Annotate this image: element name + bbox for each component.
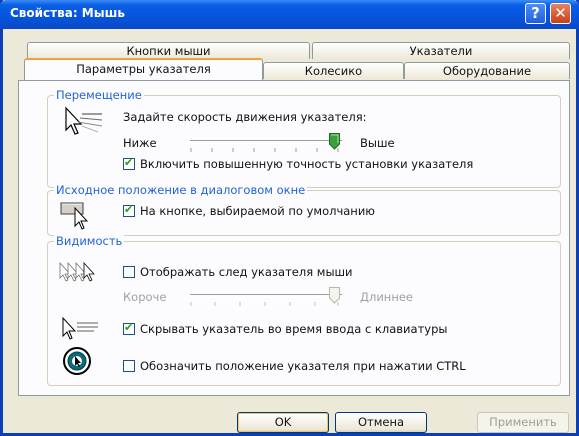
check-icon: ✔: [124, 156, 134, 169]
ok-button[interactable]: OK: [237, 412, 329, 433]
snap-to-label[interactable]: На кнопке, выбираемой по умолчанию: [140, 204, 375, 218]
tab-panel: Перемещение Задайте скорость движения ук…: [18, 80, 570, 396]
close-button[interactable]: ✕: [550, 3, 571, 24]
title-bar[interactable]: Свойства: Мышь ? ✕: [0, 0, 579, 29]
motion-group: Перемещение Задайте скорость движения ук…: [47, 88, 561, 188]
speed-slow-label: Ниже: [123, 136, 157, 150]
trails-short-label: Короче: [123, 290, 167, 304]
check-icon: ✔: [124, 321, 134, 334]
trails-checkbox[interactable]: [123, 266, 135, 278]
tab-wheel[interactable]: Колесико: [263, 62, 404, 79]
trails-slider-thumb: [329, 287, 341, 304]
pointer-trails-icon: [59, 261, 95, 282]
tab-pointer-options[interactable]: Параметры указателя: [24, 58, 263, 80]
visibility-group: Видимость Отображать след указателя мыши…: [47, 234, 561, 386]
hide-pointer-icon: [62, 316, 98, 340]
visibility-group-label: Видимость: [54, 234, 125, 248]
ctrl-locate-label[interactable]: Обозначить положение указателя при нажат…: [140, 359, 466, 373]
snap-to-checkbox[interactable]: ✔: [123, 203, 135, 217]
precision-checkbox[interactable]: ✔: [123, 156, 135, 170]
cancel-button[interactable]: Отмена: [335, 412, 427, 433]
speed-slider-track: [190, 140, 342, 144]
help-button[interactable]: ?: [525, 3, 546, 24]
window-title: Свойства: Мышь: [10, 6, 125, 20]
snap-to-button-icon: [60, 202, 89, 230]
mouse-properties-dialog: Свойства: Мышь ? ✕ Кнопки мыши Указатели…: [0, 0, 579, 436]
snap-to-group-label: Исходное положение в диалоговом окне: [54, 183, 308, 197]
check-icon: ✔: [124, 203, 134, 216]
motion-group-label: Перемещение: [54, 88, 144, 102]
precision-label[interactable]: Включить повышенную точность установки у…: [140, 157, 473, 171]
speed-slider-thumb[interactable]: [329, 133, 341, 150]
snap-to-group: Исходное положение в диалоговом окне ✔ Н…: [47, 183, 561, 236]
speed-prompt: Задайте скорость движения указателя:: [123, 110, 367, 124]
hide-pointer-label[interactable]: Скрывать указатель во время ввода с клав…: [140, 322, 447, 336]
speed-slider-ticks: [190, 148, 339, 152]
tab-pointers[interactable]: Указатели: [312, 42, 570, 59]
trails-label[interactable]: Отображать след указателя мыши: [140, 265, 353, 279]
trails-slider-ticks: [190, 302, 339, 306]
tab-hardware[interactable]: Оборудование: [404, 62, 570, 79]
pointer-speed-icon: [65, 106, 103, 135]
hide-pointer-checkbox[interactable]: ✔: [123, 321, 135, 335]
tab-mouse-buttons[interactable]: Кнопки мыши: [27, 42, 310, 59]
apply-button: Применить: [477, 412, 569, 433]
trails-long-label: Длиннее: [360, 290, 413, 304]
ctrl-locate-checkbox[interactable]: [123, 360, 135, 372]
speed-fast-label: Выше: [360, 136, 395, 150]
trails-slider-track: [190, 294, 342, 298]
ctrl-locate-icon: [63, 347, 91, 375]
